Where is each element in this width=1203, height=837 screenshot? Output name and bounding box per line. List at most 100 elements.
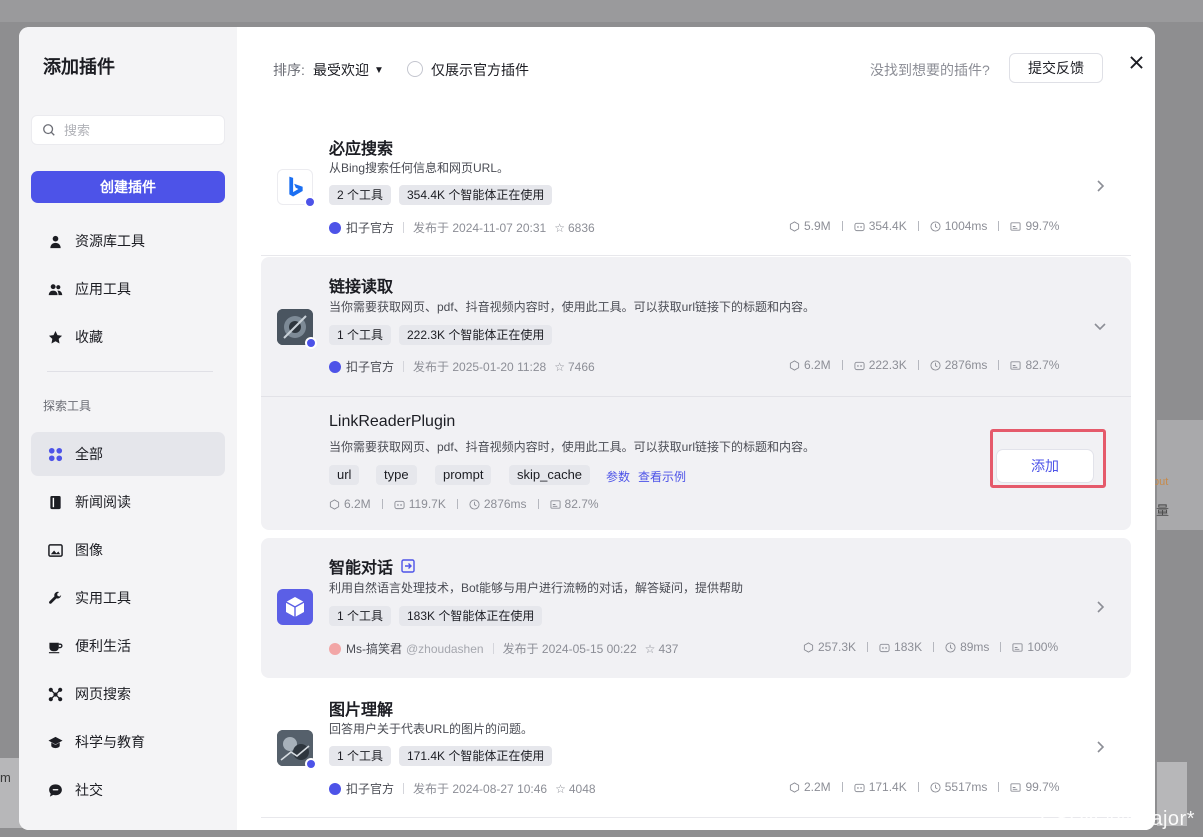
caret-down-icon: ▼: [374, 64, 384, 76]
graduation-icon: [47, 734, 63, 750]
category-label: 图像: [75, 542, 103, 558]
publish-date: 发布于 2024-05-15 00:22: [502, 642, 637, 656]
category-utilities[interactable]: 实用工具: [31, 576, 225, 620]
search-input[interactable]: [64, 122, 214, 138]
sort-dropdown[interactable]: 最受欢迎 ▼: [313, 60, 384, 80]
publish-date: 发布于 2024-08-27 10:46: [413, 782, 548, 796]
call-count: 6.2M: [804, 358, 831, 372]
plugin-description: 从Bing搜索任何信息和网页URL。: [329, 161, 510, 175]
plugin-author: 扣子官方: [346, 782, 395, 796]
users-icon: [47, 281, 63, 297]
search-box[interactable]: [31, 115, 225, 145]
usage-tag: 183K 个智能体正在使用: [399, 606, 543, 626]
avg-latency: 2876ms: [483, 497, 527, 511]
cube-icon: [803, 641, 814, 653]
network-icon: [47, 686, 63, 702]
tools-count-tag: 1 个工具: [329, 606, 392, 626]
param-tag: skip_cache: [509, 465, 591, 485]
coze-logo-icon: [329, 221, 341, 234]
plugin-description: 当你需要获取网页、pdf、抖音视频内容时，使用此工具。可以获取url链接下的标题…: [329, 300, 816, 314]
background-left-text: m: [0, 770, 11, 785]
star-count: 4048: [568, 781, 596, 796]
stat-divider: [998, 782, 1000, 792]
chevron-right-icon[interactable]: [1093, 740, 1107, 754]
card-separator: [261, 255, 1131, 256]
external-entry-icon[interactable]: [401, 559, 415, 573]
sidebar-item-library-tools[interactable]: 资源库工具: [31, 219, 225, 263]
official-only-label[interactable]: 仅展示官方插件: [431, 60, 529, 80]
category-news[interactable]: 新闻阅读: [31, 480, 225, 524]
plugin-card-bing[interactable]: 必应搜索 从Bing搜索任何信息和网页URL。 2 个工具 354.4K 个智能…: [261, 121, 1131, 255]
category-social[interactable]: 社交: [31, 768, 225, 812]
background-topbar: [0, 0, 1203, 22]
usage-tag: 222.3K 个智能体正在使用: [399, 325, 553, 345]
plugin-author: Ms-搞笑君: [346, 642, 402, 656]
category-science-education[interactable]: 科学与教育: [31, 720, 225, 764]
close-icon: [1129, 55, 1143, 69]
coze-logo-icon: [329, 782, 341, 795]
create-plugin-button[interactable]: 创建插件: [31, 171, 225, 203]
stat-divider: [537, 499, 539, 509]
plugin-card-smart-chat[interactable]: 智能对话 利用自然语言处理技术，Bot能够与用户进行流畅的对话，解答疑问，提供帮…: [261, 538, 1131, 678]
official-only-radio[interactable]: [407, 61, 423, 77]
plugin-author: 扣子官方: [346, 221, 395, 235]
stat-divider: [998, 360, 1000, 370]
stat-divider: [381, 499, 383, 509]
cube-logo-icon: [277, 589, 313, 625]
verified-badge: [305, 758, 317, 770]
watermark: CSDN @*Major*: [1040, 808, 1195, 830]
modal-title: 添加插件: [43, 57, 115, 77]
params-link[interactable]: 参数: [606, 468, 630, 485]
sidebar-item-favorites[interactable]: 收藏: [31, 315, 225, 359]
meta-divider: [403, 783, 405, 794]
bot-usage-count: 222.3K: [868, 358, 907, 372]
success-rate-icon: [1010, 782, 1021, 792]
chevron-right-icon[interactable]: [1093, 179, 1107, 193]
usage-tag: 354.4K 个智能体正在使用: [399, 185, 553, 205]
bot-usage-count: 171.4K: [868, 780, 907, 794]
sort-value: 最受欢迎: [313, 62, 369, 78]
category-image[interactable]: 图像: [31, 528, 225, 572]
plugin-name: 智能对话: [329, 554, 415, 578]
plugin-stats: 6.2M 222.3K 2876ms 82.7%: [789, 358, 1059, 372]
cube-icon: [789, 220, 800, 232]
bot-usage-count: 354.4K: [868, 219, 907, 233]
avg-latency: 2876ms: [944, 358, 988, 372]
feedback-hint: 没找到想要的插件?: [870, 62, 990, 78]
success-rate-icon: [1012, 642, 1023, 652]
success-rate: 99.7%: [1025, 219, 1060, 233]
bot-icon: [854, 361, 865, 370]
chevron-right-icon[interactable]: [1093, 600, 1107, 614]
category-label: 便利生活: [75, 638, 131, 654]
wrench-icon: [47, 590, 63, 606]
sidebar-item-label: 应用工具: [75, 281, 131, 297]
stat-divider: [998, 221, 1000, 231]
sidebar: 添加插件 创建插件 资源库工具 应用工具 收藏 探索工具 全部 新闻阅读: [19, 27, 237, 830]
usage-tag: 171.4K 个智能体正在使用: [399, 746, 553, 766]
category-web-search[interactable]: 网页搜索: [31, 672, 225, 716]
stat-divider: [917, 360, 919, 370]
plugin-description: 利用自然语言处理技术，Bot能够与用户进行流畅的对话，解答疑问，提供帮助: [329, 581, 744, 595]
plugin-card-link-reader[interactable]: 链接读取 当你需要获取网页、pdf、抖音视频内容时，使用此工具。可以获取url链…: [261, 257, 1131, 530]
avg-latency: 5517ms: [944, 780, 988, 794]
chat-icon: [47, 782, 63, 798]
bing-logo-icon: [277, 169, 316, 208]
stat-divider: [917, 221, 919, 231]
plugin-card-image-understanding[interactable]: 图片理解 回答用户关于代表URL的图片的问题。 1 个工具 171.4K 个智能…: [261, 682, 1131, 817]
tools-count-tag: 1 个工具: [329, 325, 392, 345]
close-button[interactable]: [1126, 52, 1146, 72]
view-example-link[interactable]: 查看示例: [638, 468, 686, 485]
call-count: 6.2M: [344, 497, 371, 511]
search-icon: [43, 124, 55, 136]
category-all[interactable]: 全部: [31, 432, 225, 476]
stat-divider: [1000, 642, 1002, 652]
user-icon: [47, 233, 63, 249]
category-label: 网页搜索: [75, 686, 131, 702]
publish-date: 发布于 2024-11-07 20:31: [413, 221, 547, 235]
chevron-down-icon[interactable]: [1093, 319, 1107, 333]
call-count: 257.3K: [818, 640, 857, 654]
sidebar-item-app-tools[interactable]: 应用工具: [31, 267, 225, 311]
submit-feedback-button[interactable]: 提交反馈: [1009, 53, 1103, 83]
star-icon: [47, 329, 63, 345]
category-life[interactable]: 便利生活: [31, 624, 225, 668]
